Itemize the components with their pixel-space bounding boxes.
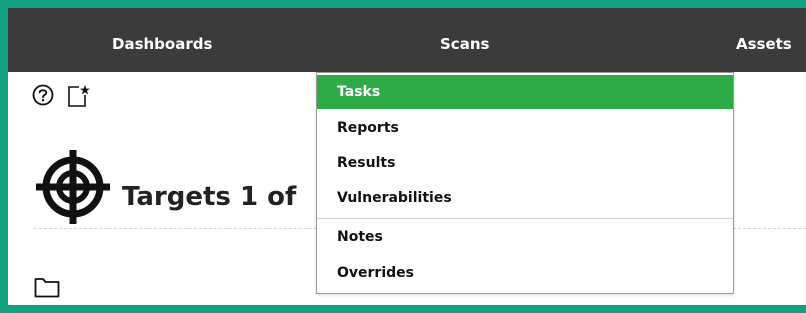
menu-item-reports[interactable]: Reports [317,111,733,145]
nav-dashboards[interactable]: Dashboards [112,8,212,72]
menu-separator [317,218,733,219]
folder-icon[interactable] [34,276,60,302]
scans-dropdown-menu: Tasks Reports Results Vulnerabilities No… [316,72,734,294]
nav-scans[interactable]: Scans [440,8,489,72]
menu-item-notes[interactable]: Notes [317,220,733,254]
app-window: Dashboards Scans Assets Targets 1 of Tas… [8,8,806,305]
menu-item-overrides[interactable]: Overrides [317,256,733,290]
menu-item-vulnerabilities[interactable]: Vulnerabilities [317,181,733,215]
menu-item-results[interactable]: Results [317,146,733,180]
top-navigation-bar: Dashboards Scans Assets [8,8,806,72]
help-icon[interactable] [32,84,54,110]
menu-item-tasks[interactable]: Tasks [317,75,733,109]
page-title: Targets 1 of [122,182,297,212]
new-icon[interactable] [66,84,90,112]
nav-assets[interactable]: Assets [736,8,792,72]
target-icon [34,148,112,230]
